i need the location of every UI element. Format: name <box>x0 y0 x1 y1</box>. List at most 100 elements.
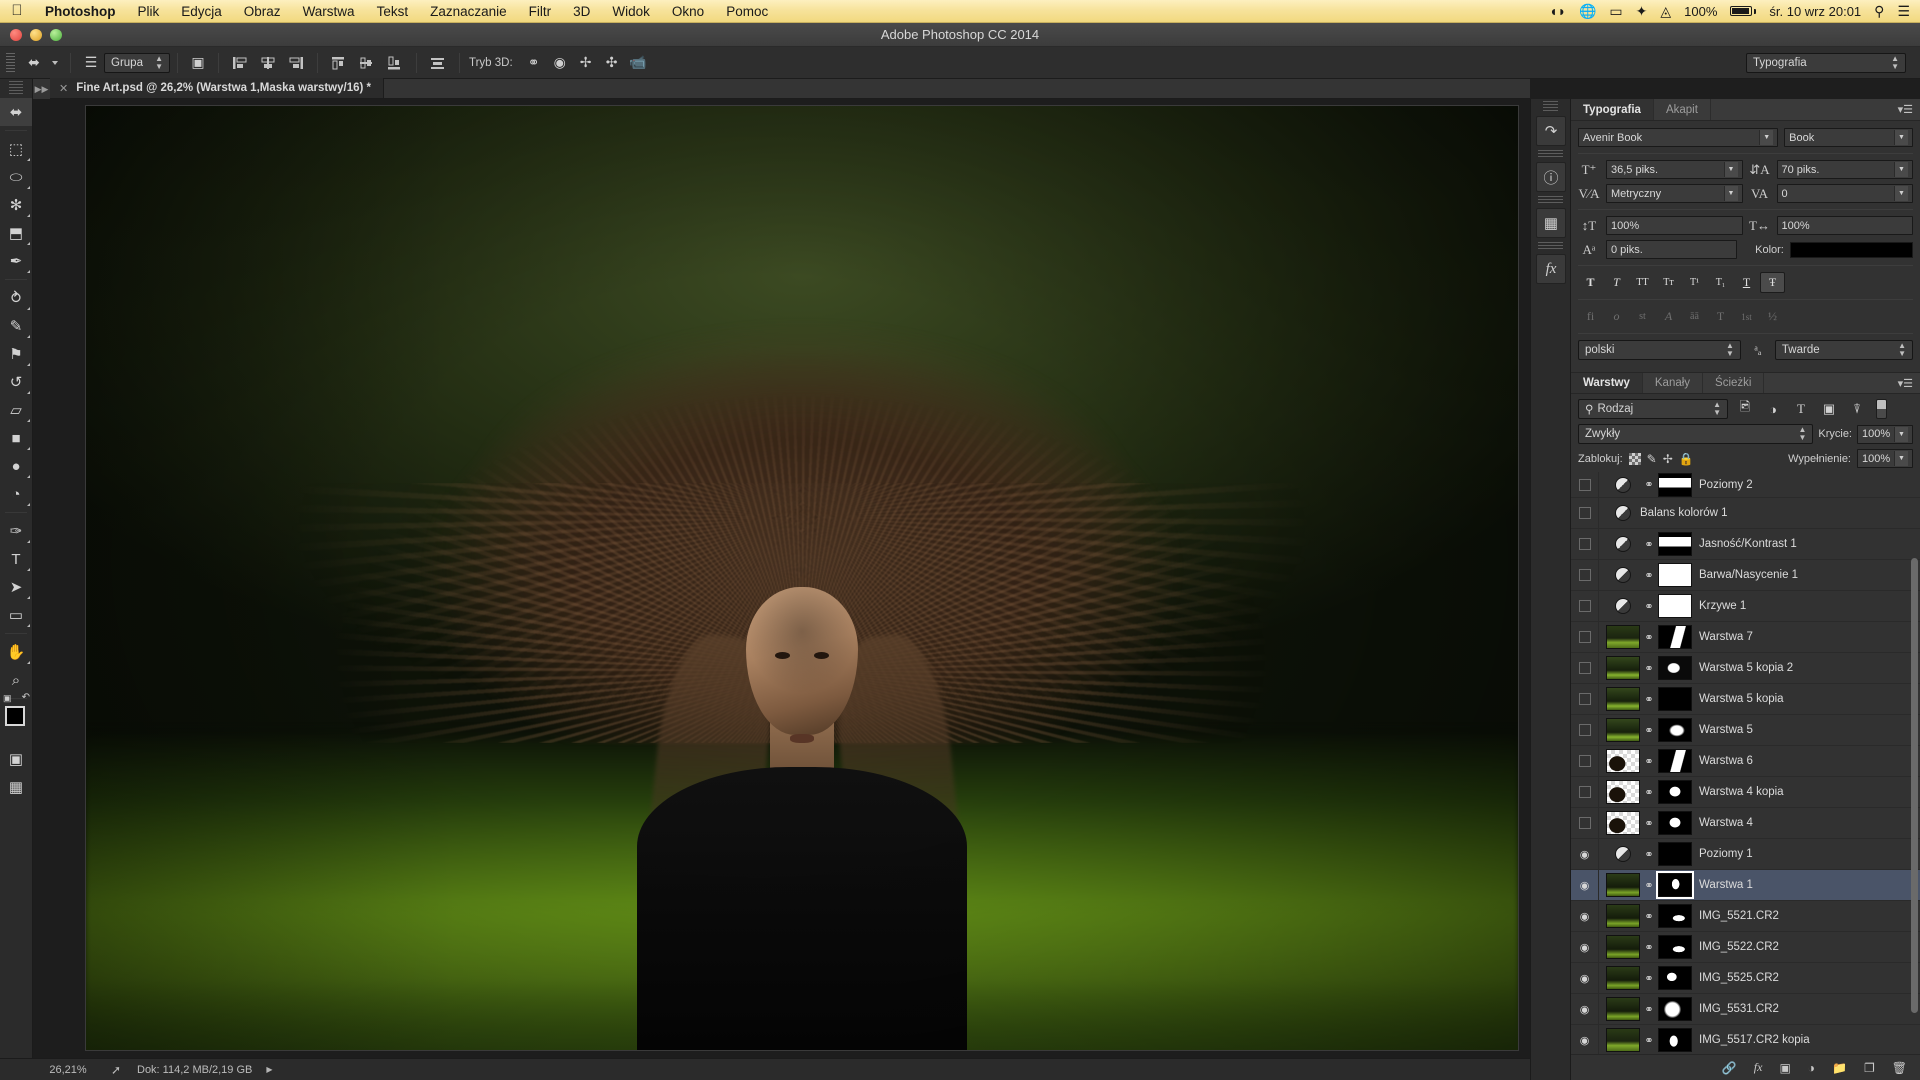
lock-image-pixels-icon[interactable]: ✎ <box>1647 452 1657 466</box>
panel-menu-icon[interactable]: ▾☰ <box>1898 99 1920 120</box>
filter-type-icon[interactable]: T <box>1790 399 1812 419</box>
layer-thumbnail[interactable] <box>1606 625 1640 649</box>
filter-pixel-icon[interactable]: 🖻 <box>1734 399 1756 419</box>
layer-mask-thumbnail[interactable] <box>1658 718 1692 742</box>
wifi-icon[interactable]: ◬ <box>1660 4 1671 18</box>
kerning-field[interactable]: Metryczny ▼ <box>1606 184 1743 203</box>
zoom-tool-icon[interactable]: ⌕ <box>0 666 32 694</box>
expand-arrow-icon[interactable]: ▶ <box>266 1065 272 1074</box>
layer-row[interactable]: ◉ ⚭ Poziomy 1 <box>1571 839 1920 870</box>
font-size-field[interactable]: 36,5 piks. ▼ <box>1606 160 1743 179</box>
group-select-dropdown[interactable]: Grupa ▲ ▼ <box>104 52 170 73</box>
align-horizontal-centers-icon[interactable] <box>256 52 280 74</box>
filter-enable-toggle[interactable] <box>1876 399 1887 419</box>
layer-row[interactable]: ⚭ Warstwa 4 <box>1571 808 1920 839</box>
layer-visibility-off-icon[interactable] <box>1571 777 1599 807</box>
menu-3d[interactable]: 3D <box>562 0 601 23</box>
workspace-switcher[interactable]: Typografia ▲ ▼ <box>1746 52 1906 73</box>
zoom-level[interactable]: 26,21% <box>33 1064 103 1076</box>
layer-visibility-off-icon[interactable] <box>1571 684 1599 714</box>
document-image[interactable] <box>85 105 1519 1051</box>
eraser-tool-icon[interactable]: ▱ <box>0 396 32 424</box>
swash-button[interactable]: A <box>1656 306 1681 327</box>
layer-mask-link-icon[interactable]: ⚭ <box>1644 478 1654 491</box>
history-brush-tool-icon[interactable]: ↺ <box>0 368 32 396</box>
contextual-alternates-button[interactable]: o <box>1604 306 1629 327</box>
all-caps-button[interactable]: TT <box>1630 272 1655 293</box>
align-right-edges-icon[interactable] <box>284 52 308 74</box>
layer-mask-thumbnail[interactable] <box>1658 811 1692 835</box>
layer-thumbnail[interactable] <box>1606 935 1640 959</box>
crop-tool-icon[interactable]: ⬒ <box>0 219 32 247</box>
canvas-area[interactable] <box>33 99 1530 1058</box>
layer-mask-link-icon[interactable]: ⚭ <box>1644 941 1654 954</box>
layer-mask-link-icon[interactable]: ⚭ <box>1644 600 1654 613</box>
rail-grip[interactable] <box>1538 196 1563 205</box>
menu-zaznaczanie[interactable]: Zaznaczanie <box>419 0 518 23</box>
align-top-edges-icon[interactable] <box>327 52 351 74</box>
adjustment-layer-thumbnail[interactable] <box>1615 536 1631 552</box>
font-style-dropdown[interactable]: Book ▼ <box>1784 128 1913 147</box>
airplay-icon[interactable]: ▭ <box>1609 4 1622 18</box>
faux-bold-button[interactable]: T <box>1578 272 1603 293</box>
layer-thumbnail[interactable] <box>1606 873 1640 897</box>
rail-grip[interactable] <box>1538 242 1563 251</box>
layer-mask-link-icon[interactable]: ⚭ <box>1644 1003 1654 1016</box>
underline-button[interactable]: T <box>1734 272 1759 293</box>
layer-thumbnail[interactable] <box>1606 1028 1640 1052</box>
layer-thumbnail[interactable] <box>1606 780 1640 804</box>
globe-icon[interactable]: 🌐 <box>1579 4 1596 18</box>
styles-fx-icon[interactable]: fx <box>1536 254 1566 284</box>
leading-field[interactable]: 70 piks. ▼ <box>1776 160 1913 179</box>
layer-thumbnail[interactable] <box>1606 904 1640 928</box>
tab-warstwy[interactable]: Warstwy <box>1571 373 1643 393</box>
chevron-down-icon[interactable]: ▼ <box>1894 162 1908 177</box>
layer-mask-thumbnail[interactable] <box>1658 687 1692 711</box>
layer-thumbnail[interactable] <box>1606 966 1640 990</box>
tab-kanaly[interactable]: Kanały <box>1643 373 1704 393</box>
layer-row[interactable]: ◉ ⚭ IMG_5517.CR2 kopia <box>1571 1025 1920 1054</box>
default-colors-icon[interactable]: ▣ <box>3 693 12 704</box>
chevron-down-icon[interactable]: ▼ <box>1759 130 1774 145</box>
layer-row[interactable]: ◉ ⚭ IMG_5521.CR2 <box>1571 901 1920 932</box>
titling-alternates-button[interactable]: T <box>1708 306 1733 327</box>
layer-mask-link-icon[interactable]: ⚭ <box>1644 569 1654 582</box>
layer-mask-link-icon[interactable]: ⚭ <box>1644 724 1654 737</box>
swatches-grid-icon[interactable]: ▦ <box>1536 208 1566 238</box>
roll-3d-icon[interactable]: ◉ <box>547 51 573 75</box>
rail-grip[interactable] <box>1543 101 1558 113</box>
fractions-button[interactable]: ½ <box>1760 306 1785 327</box>
baseline-shift-field[interactable]: 0 piks. <box>1606 240 1738 259</box>
foreground-color-swatch[interactable] <box>5 706 25 726</box>
adjustment-layer-thumbnail[interactable] <box>1615 598 1631 614</box>
layer-visibility-off-icon[interactable] <box>1571 622 1599 652</box>
layer-thumbnail[interactable] <box>1606 656 1640 680</box>
adjustment-layer-thumbnail[interactable] <box>1615 505 1631 521</box>
layer-mask-link-icon[interactable]: ⚭ <box>1644 879 1654 892</box>
chevron-down-icon[interactable]: ▼ <box>1723 162 1738 177</box>
layer-visibility-eye-icon[interactable]: ◉ <box>1571 901 1599 931</box>
layer-visibility-off-icon[interactable] <box>1571 560 1599 590</box>
creative-cloud-icon[interactable]: ◖◗ <box>1549 4 1566 18</box>
layer-row[interactable]: ◉ ⚭ IMG_5525.CR2 <box>1571 963 1920 994</box>
tracking-field[interactable]: 0 ▼ <box>1776 184 1913 203</box>
hand-tool-icon[interactable]: ✋ <box>0 638 32 666</box>
layer-visibility-off-icon[interactable] <box>1571 498 1599 528</box>
chevron-down-icon[interactable]: ▼ <box>1894 451 1908 466</box>
layer-visibility-off-icon[interactable] <box>1571 529 1599 559</box>
layer-mask-thumbnail[interactable] <box>1658 842 1692 866</box>
bluetooth-icon[interactable]: ✦ <box>1636 4 1648 18</box>
show-transform-controls-icon[interactable]: ▣ <box>185 51 211 75</box>
pan-3d-icon[interactable]: ✢ <box>573 51 599 75</box>
layer-list-scroll-thumb[interactable] <box>1911 558 1918 1013</box>
opacity-field[interactable]: 100% ▼ <box>1857 424 1913 444</box>
layer-list-scrollbar[interactable] <box>1911 472 1918 1054</box>
filter-shape-icon[interactable]: ▣ <box>1818 399 1840 419</box>
layer-visibility-eye-icon[interactable]: ◉ <box>1571 932 1599 962</box>
adjustment-layer-thumbnail[interactable] <box>1615 846 1631 862</box>
dodge-tool-icon[interactable]: ◔ <box>0 480 32 508</box>
layer-list[interactable]: ⚭ Poziomy 2 Balans kolorów 1 ⚭ Jasność/Kontr… <box>1571 472 1920 1054</box>
menu-photoshop[interactable]: Photoshop <box>34 0 127 23</box>
notification-center-icon[interactable]: ☰ <box>1897 4 1910 18</box>
layer-visibility-off-icon[interactable] <box>1571 591 1599 621</box>
